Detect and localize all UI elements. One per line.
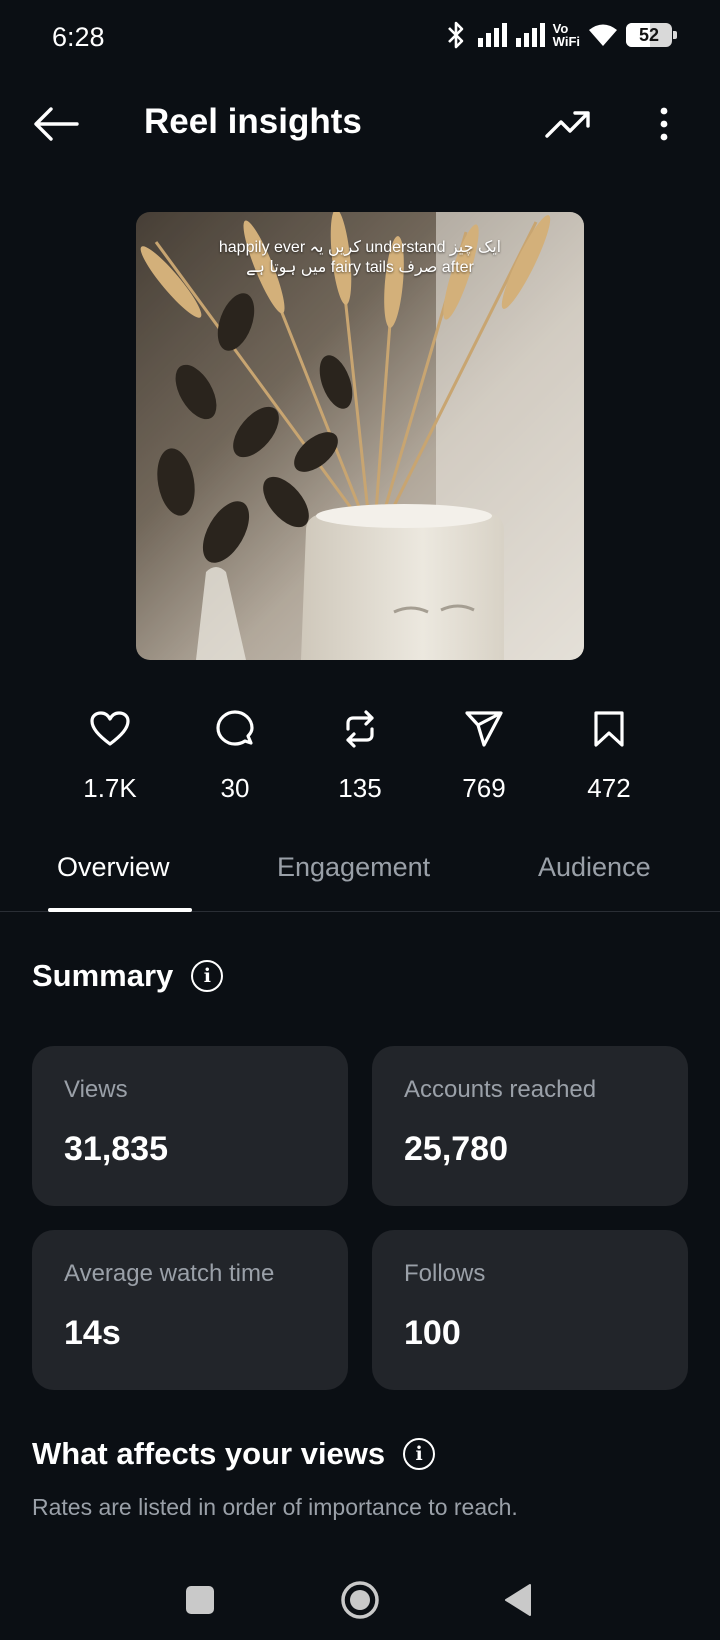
comments-count: 30 bbox=[220, 773, 250, 803]
battery-text: 52 bbox=[638, 25, 660, 45]
insights-tabs: Overview Engagement Audience bbox=[0, 840, 720, 912]
back-triangle-icon bbox=[505, 1584, 531, 1616]
info-icon[interactable]: i bbox=[403, 1438, 436, 1470]
square-icon bbox=[186, 1586, 214, 1614]
system-nav-bar bbox=[0, 1560, 720, 1640]
accounts-reached-value: 25,780 bbox=[404, 1130, 508, 1168]
repost-icon bbox=[305, 705, 415, 753]
views-factors-title: What affects your views bbox=[32, 1436, 386, 1471]
page-title: Reel insights bbox=[144, 102, 362, 141]
saves-stat: 472 bbox=[554, 705, 664, 804]
status-icons: Vo WiFi 52 bbox=[443, 20, 677, 50]
more-options-button[interactable] bbox=[640, 100, 688, 148]
saves-count: 472 bbox=[587, 773, 631, 803]
home-button[interactable] bbox=[332, 1574, 388, 1626]
system-back-button[interactable] bbox=[490, 1574, 546, 1626]
interaction-stats: 1.7K 30 135 769 472 bbox=[0, 705, 720, 805]
reposts-stat: 135 bbox=[305, 705, 415, 804]
wifi-icon bbox=[588, 23, 618, 47]
signal-icon bbox=[515, 22, 545, 48]
summary-heading: Summary i bbox=[32, 958, 224, 994]
accounts-reached-label: Accounts reached bbox=[404, 1076, 597, 1103]
battery-icon: 52 bbox=[626, 23, 677, 47]
follows-value: 100 bbox=[404, 1314, 461, 1352]
shares-stat: 769 bbox=[429, 705, 539, 804]
likes-stat: 1.7K bbox=[55, 705, 165, 804]
follows-label: Follows bbox=[404, 1260, 486, 1287]
heart-icon bbox=[55, 705, 165, 753]
arrow-left-icon bbox=[34, 107, 79, 141]
signal-icon bbox=[477, 22, 507, 48]
reel-image bbox=[136, 212, 584, 660]
comment-icon bbox=[180, 705, 290, 753]
status-time: 6:28 bbox=[52, 22, 105, 52]
share-icon bbox=[429, 705, 539, 753]
bookmark-icon bbox=[554, 705, 664, 753]
likes-count: 1.7K bbox=[83, 773, 137, 803]
shares-count: 769 bbox=[462, 773, 506, 803]
summary-title: Summary bbox=[32, 958, 174, 993]
views-factors-subtitle: Rates are listed in order of importance … bbox=[32, 1494, 518, 1520]
recents-button[interactable] bbox=[172, 1574, 228, 1626]
views-card[interactable]: Views 31,835 bbox=[32, 1046, 348, 1206]
active-tab-indicator bbox=[48, 908, 192, 912]
back-button[interactable] bbox=[28, 100, 84, 148]
more-vertical-icon bbox=[660, 107, 668, 141]
vowifi-indicator: Vo WiFi bbox=[552, 21, 580, 49]
accounts-reached-card[interactable]: Accounts reached 25,780 bbox=[372, 1046, 688, 1206]
info-icon[interactable]: i bbox=[191, 960, 224, 992]
average-watch-time-card[interactable]: Average watch time 14s bbox=[32, 1230, 348, 1390]
comments-stat: 30 bbox=[180, 705, 290, 804]
views-label: Views bbox=[64, 1076, 128, 1103]
average-watch-time-label: Average watch time bbox=[64, 1260, 275, 1287]
status-bar: 6:28 Vo WiFi 52 bbox=[0, 0, 720, 80]
trends-button[interactable] bbox=[540, 100, 596, 148]
views-factors-heading: What affects your views i bbox=[32, 1436, 436, 1472]
reel-caption: happily ever کریں یہ understand ایک چیز … bbox=[218, 239, 502, 276]
average-watch-time-value: 14s bbox=[64, 1314, 121, 1352]
trending-up-icon bbox=[545, 111, 590, 138]
reposts-count: 135 bbox=[338, 773, 382, 803]
tab-engagement[interactable]: Engagement bbox=[277, 852, 430, 883]
follows-card[interactable]: Follows 100 bbox=[372, 1230, 688, 1390]
home-circle-icon bbox=[341, 1581, 379, 1619]
views-value: 31,835 bbox=[64, 1130, 168, 1168]
reel-thumbnail[interactable]: happily ever کریں یہ understand ایک چیز … bbox=[136, 212, 584, 660]
app-bar: Reel insights bbox=[0, 88, 720, 160]
tab-overview[interactable]: Overview bbox=[57, 852, 170, 883]
tab-audience[interactable]: Audience bbox=[538, 852, 651, 883]
bluetooth-icon bbox=[443, 20, 469, 50]
